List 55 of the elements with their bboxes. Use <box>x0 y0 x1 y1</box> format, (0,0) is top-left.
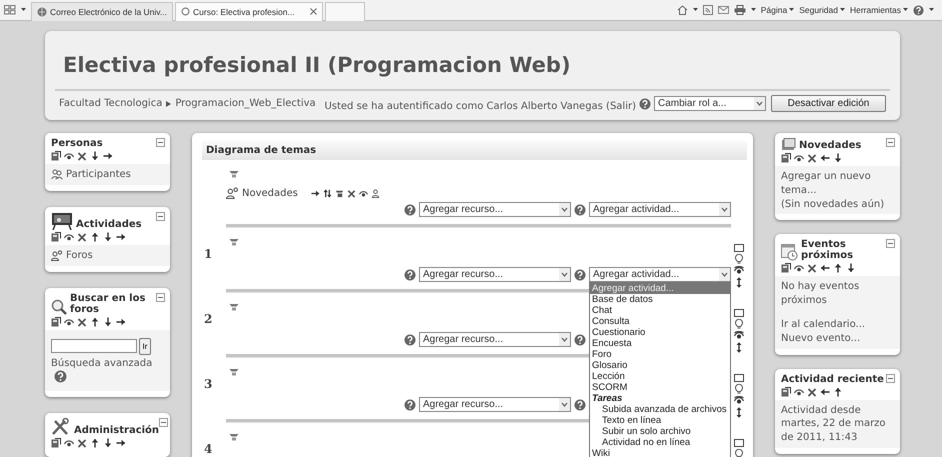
dropdown-option[interactable]: Cuestionario <box>590 327 730 338</box>
resource-select[interactable]: Agregar recurso... <box>419 267 571 282</box>
toolbar-menu[interactable]: Herramientas <box>850 5 901 15</box>
block-title: Novedades <box>799 140 862 151</box>
block-text: Actividad desde martes, 22 de marzo de 2011, 11:43 <box>781 404 887 445</box>
dropdown-option[interactable]: SCORM <box>590 382 730 393</box>
block-text: (Sin novedades aún) <box>781 198 886 212</box>
course-title: Electiva profesional II (Programacion Web) <box>63 53 572 77</box>
block-text: No hay eventos próximos <box>781 280 860 308</box>
dropdown-option[interactable]: Subir un solo archivo <box>590 426 730 437</box>
breadcrumb-link[interactable]: Facultad Tecnologica <box>59 98 162 109</box>
panel-title: Diagrama de temas <box>206 145 316 156</box>
login-info: Usted se ha autentificado como Carlos Alberto Vanegas (Salir) <box>324 100 636 112</box>
block-title: Actividades <box>76 218 142 230</box>
browser-tab[interactable]: Curso: Electiva profesion... <box>175 2 323 20</box>
dropdown-option[interactable]: Base de datos <box>590 294 730 305</box>
block-title: Eventos próximos <box>801 239 854 262</box>
section-number: 2 <box>204 312 212 326</box>
go-button[interactable]: Ir <box>139 338 151 355</box>
block-link[interactable]: Búsqueda avanzada <box>51 356 152 370</box>
breadcrumb-link[interactable]: Programacion_Web_Electiva <box>175 98 316 109</box>
block-title: Buscar en los foros <box>70 292 146 315</box>
dropdown-option: Tareas <box>590 393 730 404</box>
resource-select[interactable]: Agregar recurso... <box>419 332 571 347</box>
toolbar-menu[interactable]: Seguridad <box>799 5 838 15</box>
edit-mode-button[interactable]: Desactivar edición <box>771 95 886 112</box>
block-link[interactable]: Agregar un nuevo tema... <box>781 170 894 198</box>
dropdown-option[interactable]: Glosario <box>590 360 730 371</box>
resource-select[interactable]: Agregar recurso... <box>419 202 571 217</box>
dropdown-option[interactable]: Consulta <box>590 316 730 327</box>
dropdown-option[interactable]: Chat <box>590 305 730 316</box>
toolbar-menu[interactable]: Página <box>760 5 788 15</box>
dropdown-option[interactable]: Actividad no en línea <box>590 437 730 448</box>
block-title: Personas <box>51 138 103 149</box>
block-link[interactable]: Nuevo evento... <box>781 332 860 346</box>
dropdown-option[interactable]: Foro <box>590 349 730 360</box>
block-title: Administración <box>74 425 160 436</box>
dropdown-option[interactable]: Agregar actividad... <box>590 283 730 294</box>
activity-link[interactable]: Novedades <box>242 188 298 198</box>
dropdown-option[interactable]: Texto en línea <box>590 415 730 426</box>
dropdown-option[interactable]: Lección <box>590 371 730 382</box>
browser-tab[interactable]: Correo Electrónico de la Univ... <box>31 2 174 20</box>
dropdown-option[interactable]: Subida avanzada de archivos <box>590 404 730 415</box>
section-number: 4 <box>204 442 212 456</box>
activity-select[interactable]: Agregar actividad... <box>589 202 731 217</box>
block-title: Actividad reciente <box>781 374 884 385</box>
block-link[interactable]: Ir al calendario... <box>781 318 866 332</box>
block-link[interactable]: Foros <box>66 248 93 263</box>
section-number: 3 <box>204 377 212 391</box>
activity-select[interactable]: Agregar actividad... <box>589 267 731 282</box>
dropdown-option[interactable]: Wiki <box>590 448 730 457</box>
resource-select[interactable]: Agregar recurso... <box>419 397 571 412</box>
role-select[interactable]: Cambiar rol a... <box>654 96 766 111</box>
dropdown-option[interactable]: Encuesta <box>590 338 730 349</box>
section-number: 1 <box>204 247 212 261</box>
